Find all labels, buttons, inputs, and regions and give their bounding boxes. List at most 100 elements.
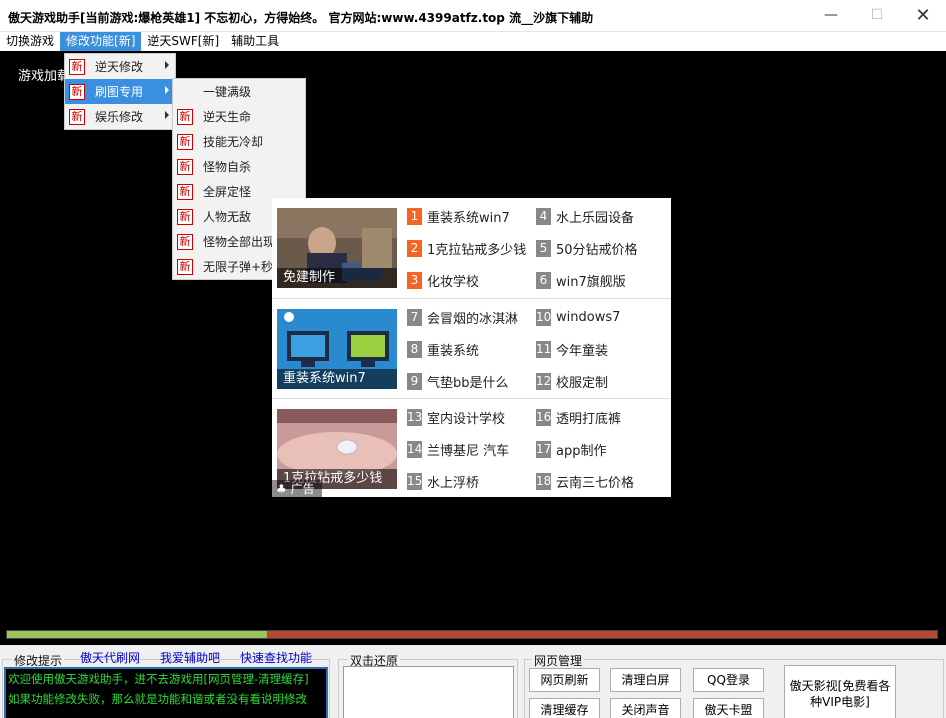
ad-section: 1克拉钻戒多少钱 13 室内设计学校 16 透明打底裤 14 兰博基尼 汽车 17 ap… — [272, 398, 671, 498]
ad-link[interactable]: 18 云南三七价格 — [536, 472, 635, 491]
close-button[interactable]: ✕ — [900, 0, 946, 30]
loading-text: 游戏加载 — [18, 69, 71, 84]
submenu-item-label: 一键满级 — [203, 85, 252, 99]
menu-item-god-mode[interactable]: 新 逆天修改 — [65, 54, 175, 79]
submenu-item-no-cooldown[interactable]: 新 技能无冷却 — [173, 129, 305, 154]
ad-link-text: 水上乐园设备 — [556, 210, 635, 226]
ad-link-text: 50分钻戒价格 — [556, 242, 638, 258]
ad-link[interactable]: 2 1克拉钻戒多少钱 — [407, 239, 526, 258]
ad-link[interactable]: 17 app制作 — [536, 440, 606, 459]
submenu-item-god-hp[interactable]: 新 逆天生命 — [173, 104, 305, 129]
submenu-item-label: 怪物全部出现 — [203, 235, 276, 249]
restore-textbox[interactable] — [343, 666, 514, 718]
rank-number: 11 — [536, 340, 552, 358]
ad-thumbnail-caption: 免建制作 — [277, 268, 397, 288]
menu-switch-game[interactable]: 切换游戏 — [0, 32, 60, 51]
ad-link[interactable]: 6 win7旗舰版 — [536, 271, 626, 290]
ad-thumbnail[interactable]: 重装系统win7 — [277, 309, 397, 389]
ad-link-text: 重装系统win7 — [427, 210, 510, 226]
ad-link-text: 化妆学校 — [427, 274, 480, 290]
qq-login-button[interactable]: QQ登录 — [693, 668, 764, 692]
link-quick-search[interactable]: 快速查找功能 — [240, 649, 312, 666]
ad-thumbnail-caption: 重装系统win7 — [277, 369, 397, 389]
menu-swf[interactable]: 逆天SWF[新] — [141, 32, 225, 51]
menu-bar: 切换游戏 修改功能[新] 逆天SWF[新] 辅助工具 — [0, 32, 946, 51]
ad-section: 重装系统win7 7 会冒烟的冰淇淋 10 windows7 8 重装系统 11 今年童… — [272, 298, 671, 398]
ad-link[interactable]: 10 windows7 — [536, 308, 620, 326]
web-manage-label: 网页管理 — [532, 652, 585, 669]
ad-pager[interactable]: ♣ 广告 — [272, 480, 322, 498]
submenu-item-max-level[interactable]: 一键满级 — [173, 79, 305, 104]
console-line: 欢迎使用傲天游戏助手，进不去游戏用[网页管理-清理缓存] — [8, 672, 309, 686]
refresh-page-button[interactable]: 网页刷新 — [529, 668, 600, 692]
new-badge-icon: 新 — [177, 183, 193, 200]
ad-link[interactable]: 15 水上浮桥 — [407, 472, 479, 491]
maximize-button[interactable]: ☐ — [854, 0, 900, 30]
ad-panel: 免建制作 1 重装系统win7 4 水上乐园设备 2 1克拉钻戒多少钱 5 50分钻戒价… — [272, 198, 671, 498]
new-badge-icon: 新 — [69, 58, 85, 75]
ad-link[interactable]: 14 兰博基尼 汽车 — [407, 440, 509, 459]
ad-link[interactable]: 5 50分钻戒价格 — [536, 239, 638, 258]
console-line: 如果功能修改失败，那么就是功能和谐或者没有看说明修改 — [8, 692, 307, 706]
ad-link[interactable]: 3 化妆学校 — [407, 271, 480, 290]
ad-link[interactable]: 8 重装系统 — [407, 340, 479, 359]
clear-white-screen-button[interactable]: 清理白屏 — [610, 668, 681, 692]
rank-number: 13 — [407, 408, 423, 426]
new-badge-icon: 新 — [177, 258, 193, 275]
ad-link-text: 会冒烟的冰淇淋 — [427, 311, 519, 327]
ad-thumbnail[interactable]: 免建制作 — [277, 208, 397, 288]
loading-progress-bar — [6, 630, 938, 639]
submenu-item-label: 逆天生命 — [203, 110, 252, 124]
rank-number: 2 — [407, 239, 422, 257]
ad-link-text: win7旗舰版 — [556, 274, 626, 290]
submenu-item-monster-suicide[interactable]: 新 怪物自杀 — [173, 154, 305, 179]
new-badge-icon: 新 — [69, 83, 85, 100]
ad-link[interactable]: 11 今年童装 — [536, 340, 609, 359]
link-forum[interactable]: 我爱辅助吧 — [160, 649, 220, 666]
ad-link-text: 室内设计学校 — [427, 411, 506, 427]
ad-link[interactable]: 4 水上乐园设备 — [536, 207, 635, 226]
menu-item-label: 刷图专用 — [95, 85, 144, 99]
ad-link[interactable]: 9 气垫bb是什么 — [407, 372, 509, 391]
ad-link[interactable]: 16 透明打底裤 — [536, 408, 621, 427]
submenu-item-label: 怪物自杀 — [203, 160, 252, 174]
submenu-item-label: 技能无冷却 — [203, 135, 264, 149]
rank-number: 15 — [407, 472, 423, 490]
ad-link-text: windows7 — [556, 309, 621, 325]
vip-movies-button[interactable]: 傲天影视[免费看各种VIP电影] — [784, 665, 896, 718]
menu-tools[interactable]: 辅助工具 — [225, 32, 285, 51]
rank-number: 8 — [407, 340, 422, 358]
rank-number: 18 — [536, 472, 552, 490]
link-proxy-site[interactable]: 傲天代刷网 — [80, 649, 140, 666]
ad-link-text: 今年童装 — [556, 343, 609, 359]
ad-link[interactable]: 7 会冒烟的冰淇淋 — [407, 308, 519, 327]
ad-thumbnail[interactable]: 1克拉钻戒多少钱 — [277, 409, 397, 489]
menu-modify-function[interactable]: 修改功能[新] — [60, 32, 142, 51]
ad-link[interactable]: 1 重装系统win7 — [407, 207, 510, 226]
bottom-panel: 修改提示 傲天代刷网 我爱辅助吧 快速查找功能 欢迎使用傲天游戏助手，进不去游戏… — [0, 645, 946, 718]
rank-number: 3 — [407, 271, 422, 289]
minimize-button[interactable]: — — [808, 0, 854, 30]
rank-number: 17 — [536, 440, 552, 458]
menu-item-label: 娱乐修改 — [95, 110, 144, 124]
rank-number: 10 — [536, 308, 552, 326]
title-bar: 傲天游戏助手[当前游戏:爆枪英雄1] 不忘初心，方得始终。 官方网站:www.4… — [0, 0, 946, 32]
menu-item-grinding[interactable]: 新 刷图专用 — [65, 79, 175, 104]
modify-function-menu: 新 逆天修改 新 刷图专用 新 娱乐修改 — [64, 53, 176, 130]
ad-link[interactable]: 12 校服定制 — [536, 372, 608, 391]
new-badge-icon: 新 — [177, 133, 193, 150]
progress-fill — [7, 631, 268, 638]
rank-number: 7 — [407, 308, 422, 326]
message-console: 欢迎使用傲天游戏助手，进不去游戏用[网页管理-清理缓存] 如果功能修改失败，那么… — [4, 667, 328, 718]
menu-item-fun[interactable]: 新 娱乐修改 — [65, 104, 175, 129]
window-title: 傲天游戏助手[当前游戏:爆枪英雄1] 不忘初心，方得始终。 官方网站:www.4… — [8, 11, 594, 25]
submenu-arrow-icon — [165, 61, 169, 69]
new-badge-icon: 新 — [177, 208, 193, 225]
mute-sound-button[interactable]: 关闭声音 — [610, 698, 681, 718]
menu-item-label: 逆天修改 — [95, 60, 144, 74]
clear-cache-button[interactable]: 清理缓存 — [529, 698, 600, 718]
submenu-arrow-icon — [165, 86, 169, 94]
ad-link-text: 云南三七价格 — [556, 475, 635, 491]
card-shop-button[interactable]: 傲天卡盟 — [693, 698, 764, 718]
ad-link[interactable]: 13 室内设计学校 — [407, 408, 506, 427]
